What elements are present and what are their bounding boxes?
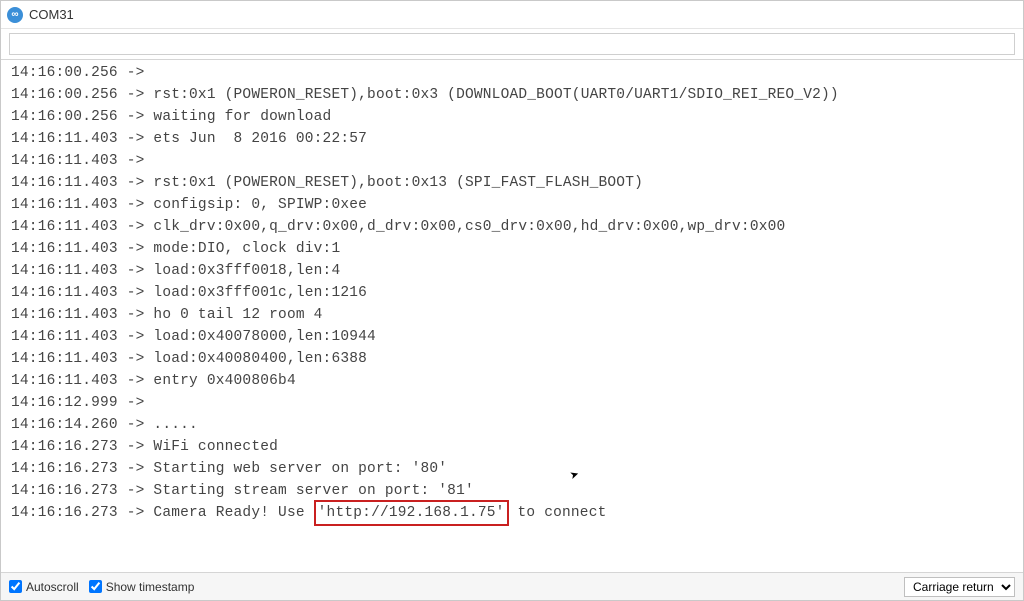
log-line: 14:16:11.403 -> ets Jun 8 2016 00:22:57 (11, 128, 1013, 150)
send-row (1, 29, 1023, 60)
log-line: 14:16:11.403 -> (11, 150, 1013, 172)
log-line: 14:16:16.273 -> Starting web server on p… (11, 458, 1013, 480)
log-line: 14:16:11.403 -> clk_drv:0x00,q_drv:0x00,… (11, 216, 1013, 238)
log-line: 14:16:11.403 -> load:0x40078000,len:1094… (11, 326, 1013, 348)
autoscroll-label: Autoscroll (26, 580, 79, 594)
app-icon: ∞ (7, 7, 23, 23)
footer-bar: Autoscroll Show timestamp No line ending… (1, 572, 1023, 600)
titlebar: ∞ COM31 (1, 1, 1023, 29)
serial-monitor-window: ∞ COM31 -- . -- . -- . -- . -- -- -- - -… (0, 0, 1024, 601)
log-line: 14:16:11.403 -> load:0x3fff0018,len:4 (11, 260, 1013, 282)
log-line: 14:16:12.999 -> (11, 392, 1013, 414)
log-line: 14:16:11.403 -> rst:0x1 (POWERON_RESET),… (11, 172, 1013, 194)
timestamp-checkbox[interactable] (89, 580, 102, 593)
log-line: 14:16:11.403 -> load:0x40080400,len:6388 (11, 348, 1013, 370)
log-line: 14:16:11.403 -> load:0x3fff001c,len:1216 (11, 282, 1013, 304)
log-line-camera-ready: 14:16:16.273 -> Camera Ready! Use 'http:… (11, 502, 1013, 524)
log-line: 14:16:00.256 -> (11, 62, 1013, 84)
window-title: COM31 (29, 7, 74, 22)
autoscroll-checkbox[interactable] (9, 580, 22, 593)
timestamp-toggle[interactable]: Show timestamp (89, 580, 195, 594)
log-line: 14:16:11.403 -> configsip: 0, SPIWP:0xee (11, 194, 1013, 216)
log-line: 14:16:00.256 -> waiting for download (11, 106, 1013, 128)
autoscroll-toggle[interactable]: Autoscroll (9, 580, 79, 594)
log-line: 14:16:11.403 -> entry 0x400806b4 (11, 370, 1013, 392)
highlighted-url: 'http://192.168.1.75' (314, 500, 509, 526)
log-line: 14:16:00.256 -> rst:0x1 (POWERON_RESET),… (11, 84, 1013, 106)
log-line: 14:16:11.403 -> mode:DIO, clock div:1 (11, 238, 1013, 260)
log-line: 14:16:16.273 -> Starting stream server o… (11, 480, 1013, 502)
line-ending-select[interactable]: No line endingNewlineCarriage returnBoth… (904, 577, 1015, 597)
log-line: 14:16:11.403 -> ho 0 tail 12 room 4 (11, 304, 1013, 326)
timestamp-label: Show timestamp (106, 580, 195, 594)
terminal-output[interactable]: -- . -- . -- . -- . -- -- -- - --- -- . … (1, 60, 1023, 572)
send-input[interactable] (9, 33, 1015, 55)
log-line: 14:16:16.273 -> WiFi connected (11, 436, 1013, 458)
log-line: 14:16:14.260 -> ..... (11, 414, 1013, 436)
